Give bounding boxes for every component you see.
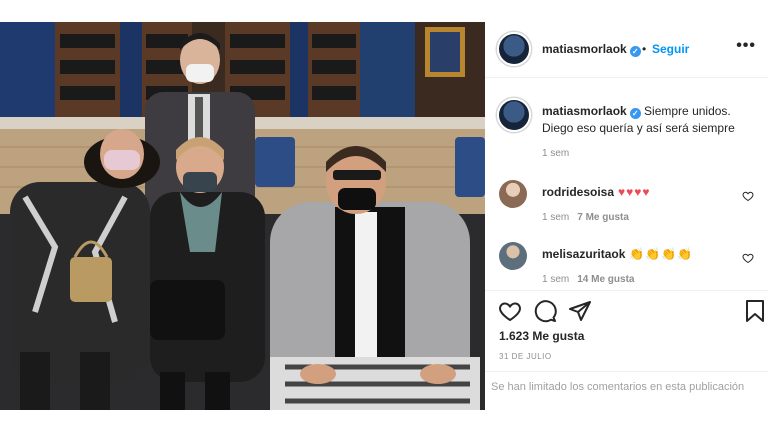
commenter-avatar[interactable] <box>499 180 527 208</box>
caption-time[interactable]: 1 sem <box>542 148 569 159</box>
comment-body: 👏👏👏👏 <box>629 247 694 261</box>
comment-meta: 1 sem 14 Me gusta <box>542 274 634 285</box>
more-options-icon[interactable]: ••• <box>736 37 756 55</box>
share-icon[interactable] <box>568 299 592 323</box>
post-date[interactable]: 31 DE JULIO <box>499 352 552 361</box>
comments-limited-notice: Se han limitado los comentarios en esta … <box>485 371 768 401</box>
post-side-panel: matiasmorlaok ✓ • Seguir ••• matiasmorlao… <box>485 22 768 410</box>
likes-count[interactable]: 1.623 Me gusta <box>499 329 584 343</box>
commenter-avatar[interactable] <box>499 242 527 270</box>
comment-time[interactable]: 1 sem <box>542 212 569 223</box>
follow-button[interactable]: Seguir <box>652 42 689 56</box>
comment-like-heart-icon[interactable] <box>742 252 754 264</box>
verified-badge-icon: ✓ <box>629 46 641 57</box>
caption-username[interactable]: matiasmorlaok <box>542 104 627 118</box>
comment-body: ♥♥♥♥ <box>618 185 651 199</box>
comment-text: rodridesoisa ♥♥♥♥ <box>542 185 651 199</box>
bookmark-icon[interactable] <box>743 299 767 323</box>
group-photo <box>0 22 485 410</box>
comment-icon[interactable] <box>533 299 557 323</box>
caption-text: matiasmorlaok ✓ Siempre unidos. Diego eso… <box>542 103 756 137</box>
author-avatar[interactable] <box>497 32 531 66</box>
caption-avatar[interactable] <box>497 98 531 132</box>
post-photo[interactable] <box>0 22 485 410</box>
comment-item: melisazuritaok 👏👏👏👏 1 sem 14 Me gusta <box>485 236 768 288</box>
commenter-username[interactable]: rodridesoisa <box>542 185 614 199</box>
heart-icon[interactable] <box>498 299 522 323</box>
comment-like-heart-icon[interactable] <box>742 190 754 202</box>
verified-badge-icon: ✓ <box>629 108 641 119</box>
comment-time[interactable]: 1 sem <box>542 274 569 285</box>
comment-meta: 1 sem 7 Me gusta <box>542 212 629 223</box>
author-username[interactable]: matiasmorlaok ✓ <box>542 42 641 57</box>
post-actions: 1.623 Me gusta 31 DE JULIO Se han limita… <box>485 290 768 400</box>
commenter-username[interactable]: melisazuritaok <box>542 247 625 261</box>
comment-likes[interactable]: 14 Me gusta <box>577 274 634 285</box>
comment-likes[interactable]: 7 Me gusta <box>577 212 629 223</box>
comment-item: rodridesoisa ♥♥♥♥ 1 sem 7 Me gusta <box>485 174 768 226</box>
separator-dot: • <box>642 42 647 56</box>
post-header: matiasmorlaok ✓ • Seguir ••• <box>485 22 768 78</box>
comment-text: melisazuritaok 👏👏👏👏 <box>542 247 693 261</box>
author-username-text[interactable]: matiasmorlaok <box>542 42 627 56</box>
